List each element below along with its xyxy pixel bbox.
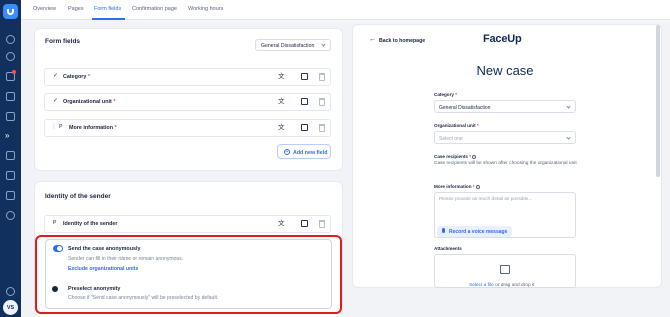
field-label: Identity of the sender xyxy=(63,221,118,227)
scrollbar[interactable] xyxy=(656,25,660,177)
field-label: More information * xyxy=(69,125,117,131)
preselect-anonymity-description: Choose if "Send case anonymously" will b… xyxy=(68,295,219,301)
arrow-right-icon[interactable]: » xyxy=(5,131,14,140)
form-fields-title: Form fields xyxy=(45,38,81,45)
attachments-dropzone[interactable]: Select a file or drag and drop it xyxy=(434,254,576,288)
exclude-org-units-link[interactable]: Exclude organizational units xyxy=(68,266,138,272)
plus-icon: + xyxy=(284,148,290,155)
translate-icon[interactable]: 文 xyxy=(278,124,285,131)
edit-icon[interactable] xyxy=(301,98,308,105)
check-icon: ✓ xyxy=(53,73,59,79)
trash-icon[interactable] xyxy=(319,220,325,228)
add-new-field-label: Add new field xyxy=(293,149,328,156)
edit-icon[interactable] xyxy=(301,124,308,131)
identity-title: Identity of the sender xyxy=(45,193,111,200)
field-label: Category * xyxy=(63,74,90,80)
check-icon: ✓ xyxy=(53,98,59,104)
arrow-left-icon[interactable]: ← xyxy=(369,36,376,43)
preselect-anonymity-toggle[interactable] xyxy=(52,286,58,292)
send-anonymously-toggle[interactable] xyxy=(53,245,63,252)
image-icon xyxy=(500,265,510,274)
translate-icon[interactable]: 文 xyxy=(278,73,285,80)
field-label: Organizational unit * xyxy=(63,99,116,105)
org-unit-placeholder: Select one xyxy=(439,135,463,142)
folder-icon[interactable] xyxy=(6,112,15,121)
chat-icon[interactable] xyxy=(6,151,15,160)
org-unit-label: Organizational unit * xyxy=(434,123,479,128)
category-select[interactable]: General Dissatisfaction xyxy=(434,100,576,113)
avatar[interactable]: VS xyxy=(3,300,18,315)
attachments-label: Attachments xyxy=(434,246,462,251)
settings-icon[interactable] xyxy=(6,211,15,220)
send-anonymously-description: Sender can fill in their name or remain … xyxy=(68,256,184,262)
sidebar: » VS xyxy=(0,0,21,317)
org-unit-select[interactable]: Select one xyxy=(434,131,576,144)
record-voice-button[interactable]: Record a voice message xyxy=(437,226,512,237)
field-row-identity[interactable]: P Identity of the sender 文 xyxy=(44,215,331,233)
trash-icon[interactable] xyxy=(319,98,325,106)
tab-pages[interactable]: Pages xyxy=(68,6,84,12)
add-new-field-button[interactable]: + Add new field xyxy=(277,144,331,159)
microphone-icon xyxy=(442,228,445,233)
recipients-label: Case recipients * xyxy=(434,154,477,159)
more-info-label: More information * xyxy=(434,184,480,189)
active-tab-indicator xyxy=(92,18,125,20)
trash-icon[interactable] xyxy=(319,124,325,132)
help-icon[interactable] xyxy=(6,287,15,296)
tab-working-hours[interactable]: Working hours xyxy=(188,6,223,12)
grid-icon[interactable] xyxy=(6,171,15,180)
clock-icon[interactable] xyxy=(6,52,15,61)
tab-overview[interactable]: Overview xyxy=(33,6,56,12)
notification-badge xyxy=(12,70,16,74)
app-logo[interactable] xyxy=(3,4,18,19)
back-to-homepage-link[interactable]: Back to homepage xyxy=(379,38,425,44)
home-icon[interactable] xyxy=(6,35,15,44)
page-title: New case xyxy=(476,63,534,78)
category-value: General Dissatisfaction xyxy=(439,104,491,111)
drag-handle-icon[interactable]: ⋮ xyxy=(51,124,57,130)
more-info-placeholder: Please provide as much detail as possibl… xyxy=(439,197,533,202)
recipients-help: Case recipients will be shown after choo… xyxy=(434,161,577,166)
paragraph-icon: P xyxy=(59,124,63,130)
form-type-select[interactable]: General Dissatisfaction xyxy=(255,39,331,51)
trash-icon[interactable] xyxy=(319,73,325,81)
drag-drop-text: or drag and drop it xyxy=(495,283,535,288)
field-row-category[interactable]: ✓ Category * 文 xyxy=(44,68,331,86)
translate-icon[interactable]: 文 xyxy=(278,220,285,227)
info-icon xyxy=(475,184,480,189)
category-label: Category * xyxy=(434,92,457,97)
brand-logo: FaceUp xyxy=(483,33,522,45)
field-row-organizational-unit[interactable]: ✓ Organizational unit * 文 xyxy=(44,93,331,111)
tab-confirmation-page[interactable]: Confirmation page xyxy=(132,6,177,12)
preselect-anonymity-title: Preselect anonymity xyxy=(68,286,121,292)
edit-icon[interactable] xyxy=(301,220,308,227)
attach-text: Select a file or drag and drop it xyxy=(469,283,534,288)
info-icon xyxy=(472,154,477,159)
tab-form-fields[interactable]: Form fields xyxy=(94,6,121,12)
clipboard-icon[interactable] xyxy=(6,92,15,101)
translate-icon[interactable]: 文 xyxy=(278,98,285,105)
puzzle-icon[interactable] xyxy=(6,191,15,200)
field-row-more-information[interactable]: ⋮ P More information * 文 xyxy=(44,119,331,137)
paragraph-icon: P xyxy=(53,220,57,226)
select-file-link[interactable]: Select a file xyxy=(469,283,494,288)
send-anonymously-title: Send the case anonymously xyxy=(68,246,141,252)
record-voice-label: Record a voice message xyxy=(449,229,508,235)
form-type-value: General Dissatisfaction xyxy=(261,43,315,49)
edit-icon[interactable] xyxy=(301,73,308,80)
